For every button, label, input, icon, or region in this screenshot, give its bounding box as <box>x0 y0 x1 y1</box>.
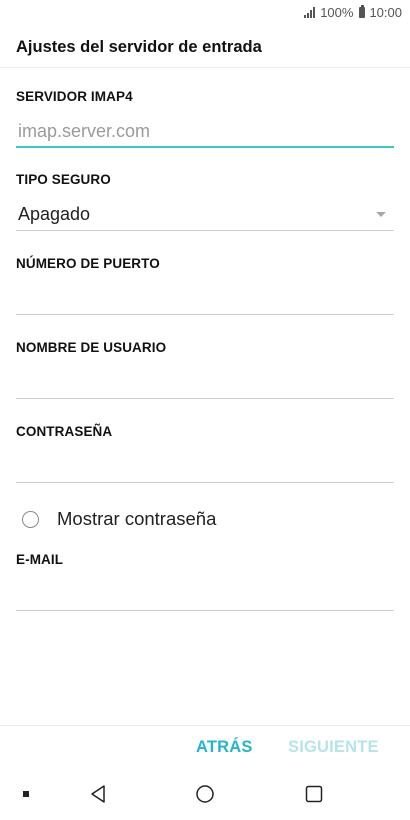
show-password-toggle[interactable]: Mostrar contraseña <box>22 508 216 530</box>
page-title: Ajustes del servidor de entrada <box>16 37 262 56</box>
server-underline <box>16 146 394 148</box>
header-divider <box>0 67 410 68</box>
back-triangle-icon[interactable] <box>86 782 110 806</box>
action-bar-divider <box>0 725 410 726</box>
battery-icon <box>359 4 366 18</box>
status-bar: 100% 10:00 <box>0 0 410 24</box>
port-underline <box>16 314 394 315</box>
back-button[interactable]: ATRÁS <box>196 736 253 758</box>
server-label: SERVIDOR IMAP4 <box>16 89 133 104</box>
security-type-value: Apagado <box>18 203 91 224</box>
security-type-select[interactable]: Apagado <box>16 200 394 228</box>
battery-percent: 100% <box>320 4 354 20</box>
dot-icon[interactable] <box>14 782 38 806</box>
password-underline <box>16 482 394 483</box>
password-label: CONTRASEÑA <box>16 424 113 439</box>
email-input[interactable] <box>16 580 394 608</box>
next-button[interactable]: SIGUIENTE <box>288 736 379 758</box>
navigation-bar <box>0 772 410 820</box>
username-underline <box>16 398 394 399</box>
port-input[interactable] <box>16 284 394 312</box>
signal-icon <box>304 6 316 18</box>
radio-unchecked-icon[interactable] <box>22 510 39 528</box>
security-type-underline <box>16 230 394 231</box>
email-underline <box>16 610 394 611</box>
show-password-label: Mostrar contraseña <box>57 508 217 529</box>
security-type-label: TIPO SEGURO <box>16 172 111 187</box>
recents-square-icon[interactable] <box>302 782 326 806</box>
password-input[interactable] <box>16 452 394 480</box>
status-time: 10:00 <box>369 4 402 20</box>
email-label: E-MAIL <box>16 552 64 567</box>
server-input[interactable] <box>16 117 394 145</box>
port-label: NÚMERO DE PUERTO <box>16 256 160 271</box>
username-input[interactable] <box>16 368 394 396</box>
dropdown-arrow-icon <box>376 211 386 217</box>
home-circle-icon[interactable] <box>193 782 217 806</box>
username-label: NOMBRE DE USUARIO <box>16 340 167 355</box>
